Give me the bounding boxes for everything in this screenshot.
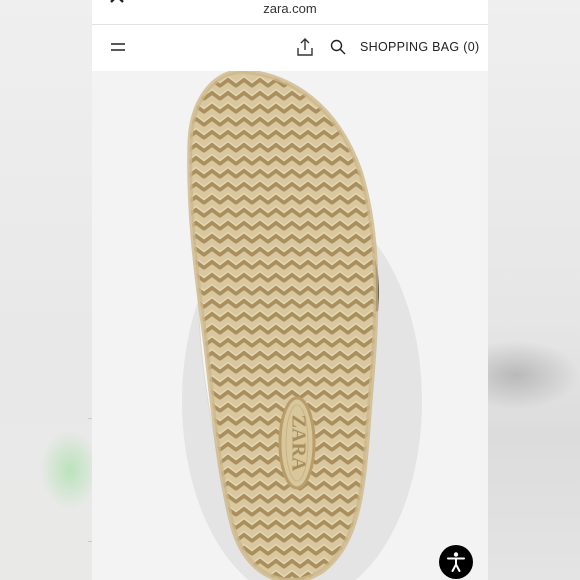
accessibility-icon bbox=[447, 552, 465, 572]
browser-bar: zara.com bbox=[92, 0, 488, 25]
app-header: SHOPPING BAG (0) bbox=[92, 25, 488, 71]
left-blurred-background bbox=[0, 0, 100, 580]
hamburger-menu-icon[interactable] bbox=[110, 40, 126, 54]
shopping-bag-link[interactable]: SHOPPING BAG (0) bbox=[360, 40, 479, 54]
share-network-icon[interactable] bbox=[364, 0, 382, 6]
product-image: ZARA bbox=[92, 68, 488, 580]
url-text[interactable]: zara.com bbox=[92, 1, 488, 16]
shadow-blur bbox=[488, 340, 580, 410]
more-icon[interactable] bbox=[456, 0, 474, 6]
share-icon[interactable] bbox=[296, 37, 314, 57]
bookmark-icon[interactable] bbox=[410, 0, 428, 6]
shoe-sole-photo: ZARA bbox=[92, 68, 488, 580]
accessibility-button[interactable] bbox=[439, 545, 473, 579]
right-blurred-background bbox=[488, 0, 580, 580]
search-icon[interactable] bbox=[330, 39, 346, 55]
phone-screen: zara.com SHOPPING BAG (0) ZARA bbox=[92, 0, 488, 580]
brand-logo: ZARA bbox=[287, 415, 309, 472]
